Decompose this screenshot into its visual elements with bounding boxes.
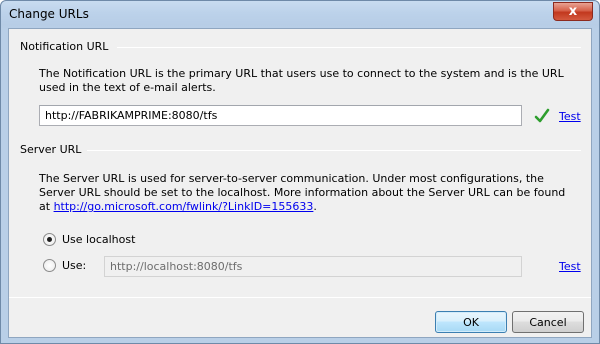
server-section-divider [87,150,581,151]
server-description-end: . [313,200,317,213]
notification-section-divider [117,47,581,48]
use-custom-label: Use: [62,259,87,272]
more-info-link[interactable]: http://go.microsoft.com/fwlink/?LinkID=1… [54,200,314,213]
use-localhost-radio[interactable] [43,233,56,246]
notification-url-title: Notification URL [20,40,109,53]
window-title: Change URLs [9,7,89,21]
notification-url-header: Notification URL [20,40,108,53]
close-button[interactable]: x [553,2,593,21]
server-url-input[interactable]: http://localhost:8080/tfs [104,256,522,277]
server-url-title: Server URL [20,143,82,156]
server-description: The Server URL is used for server-to-ser… [39,172,574,214]
notification-description: The Notification URL is the primary URL … [39,67,564,94]
use-custom-option[interactable]: Use: [43,259,86,272]
green-checkmark-icon [534,108,550,123]
use-custom-radio[interactable] [43,259,56,272]
use-localhost-option[interactable]: Use localhost [43,233,135,246]
server-test-link[interactable]: Test [559,260,581,273]
server-url-header: Server URL [20,143,81,156]
ok-button[interactable]: OK [435,311,507,333]
dialog-window: Change URLs x Notification URL The Notif… [0,0,600,344]
close-icon: x [568,4,578,19]
title-bar[interactable]: Change URLs x [1,1,599,28]
use-localhost-label: Use localhost [62,233,136,246]
notification-test-link[interactable]: Test [559,110,581,123]
button-area-divider [9,297,591,298]
dialog-client-area: Notification URL The Notification URL is… [8,28,592,338]
notification-url-input[interactable]: http://FABRIKAMPRIME:8080/tfs [39,105,522,126]
cancel-button[interactable]: Cancel [512,311,584,333]
